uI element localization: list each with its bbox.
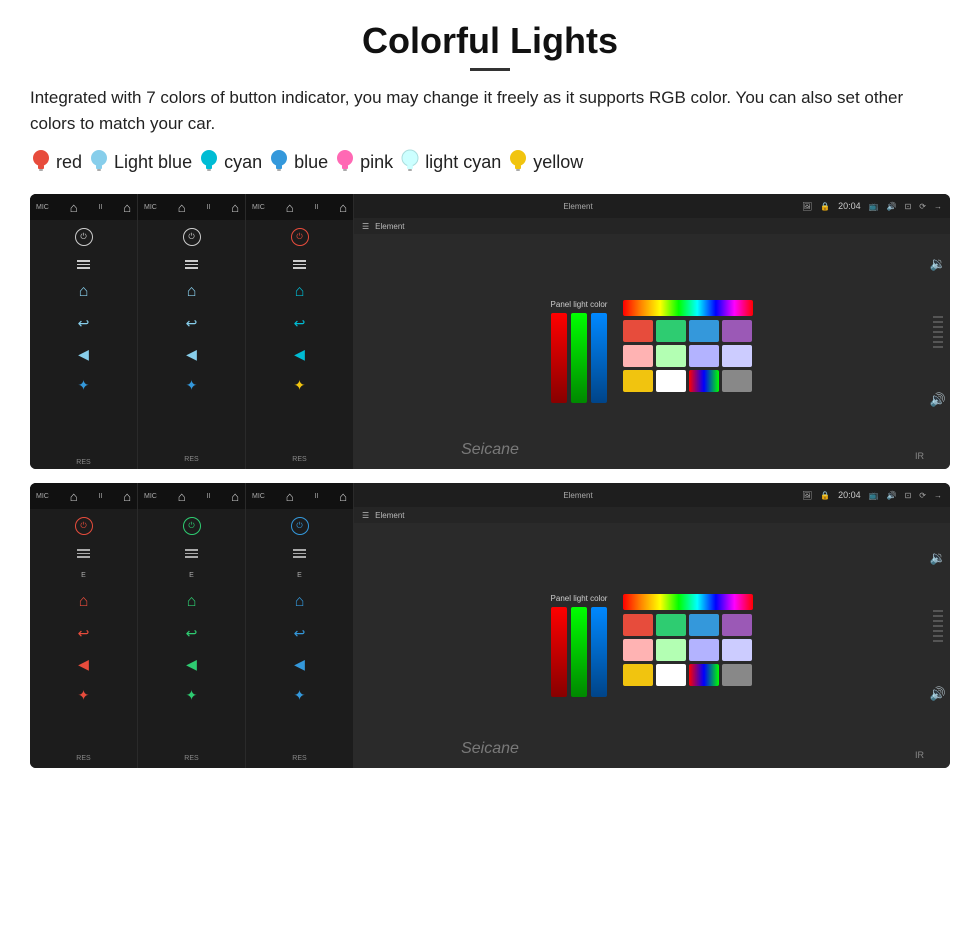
mic2-label-1: II <box>98 204 102 211</box>
back-btn-1: ↩ <box>78 315 90 332</box>
pink-label: pink <box>360 152 393 173</box>
bottom-unit-section: MIC ⌂ II ⌂ ⏻ E ⌂ ↩ ◀ ✦ <box>30 483 950 768</box>
top-panel-1: MIC ⌂ II ⌂ ⏻ ⌂ ↩ ◀ ✦ RES <box>30 194 138 469</box>
color-indicator-row: red Light blue cyan <box>30 148 950 176</box>
top-panel-3: MIC ⌂ II ⌂ ⏻ ⌂ ↩ ◀ ✦ RES <box>246 194 354 469</box>
hamburger-icon-1 <box>77 260 90 269</box>
volume-slider-top: 🔉 🔊 <box>926 252 950 412</box>
blue-bulb-icon <box>268 148 290 176</box>
color-lightblue: Light blue <box>88 148 192 176</box>
screen-element-title: Element <box>362 202 794 211</box>
screen-time: 20:04 <box>838 201 861 211</box>
ir-label-bottom: IR <box>915 750 924 760</box>
yellow-label: yellow <box>533 152 583 173</box>
color-red: red <box>30 148 82 176</box>
main-screen-bottom: Element 🖼 🔒 20:04 📺 🔊 ⊡ ⟳ → ☰ Element Pa… <box>354 483 950 768</box>
home-icon-1: ⌂ <box>70 200 78 215</box>
screen-element-title-b: Element <box>362 491 794 500</box>
color-lightcyan: light cyan <box>399 148 501 176</box>
red-label: red <box>56 152 82 173</box>
yellow-bulb-icon <box>507 148 529 176</box>
bottom-panel-green: MIC ⌂ II ⌂ ⏻ E ⌂ ↩ ◀ ✦ <box>138 483 246 768</box>
color-cyan: cyan <box>198 148 262 176</box>
bottom-panel-red: MIC ⌂ II ⌂ ⏻ E ⌂ ↩ ◀ ✦ <box>30 483 138 768</box>
power-icon-1: ⏻ <box>75 228 93 246</box>
screen-time-b: 20:04 <box>838 490 861 500</box>
panel-light-label: Panel light color <box>551 300 608 309</box>
description-text: Integrated with 7 colors of button indic… <box>30 85 950 136</box>
pink-bulb-icon <box>334 148 356 176</box>
volume-slider-bottom: 🔉 🔊 <box>926 546 950 706</box>
top-panel-2: MIC ⌂ II ⌂ ⏻ ⌂ ↩ ◀ ✦ RES <box>138 194 246 469</box>
prev-btn-1: ◀ <box>78 346 89 363</box>
vol-up-icon: 🔊 <box>930 392 946 408</box>
mic-label-1: MIC <box>36 204 49 211</box>
home-btn-1: ⌂ <box>79 283 89 301</box>
panel-light-display: Panel light color <box>551 300 754 403</box>
lightblue-label: Light blue <box>114 152 192 173</box>
screen-subtitle: Element <box>375 222 404 231</box>
vol-down-icon: 🔉 <box>930 256 946 272</box>
lightcyan-label: light cyan <box>425 152 501 173</box>
color-pink: pink <box>334 148 393 176</box>
lightblue-bulb-icon <box>88 148 110 176</box>
bt-icon-1: ✦ <box>78 377 90 394</box>
red-bulb-icon <box>30 148 52 176</box>
page-container: Colorful Lights Integrated with 7 colors… <box>0 0 980 802</box>
menu-icon-1: ⌂ <box>123 200 131 215</box>
cyan-label: cyan <box>224 152 262 173</box>
cyan-bulb-icon <box>198 148 220 176</box>
title-divider <box>470 68 510 71</box>
ir-label-top: IR <box>915 451 924 461</box>
color-yellow: yellow <box>507 148 583 176</box>
main-screen-top: Element 🖼 🔒 20:04 📺 🔊 ⊡ ⟳ → ☰ Element Pa… <box>354 194 950 469</box>
color-blue: blue <box>268 148 328 176</box>
blue-label: blue <box>294 152 328 173</box>
lightcyan-bulb-icon <box>399 148 421 176</box>
hamburger-screen: ☰ <box>362 222 369 231</box>
res-label-1: RES <box>76 459 90 466</box>
bottom-panel-blue: MIC ⌂ II ⌂ ⏻ E ⌂ ↩ ◀ ✦ <box>246 483 354 768</box>
top-unit-section: MIC ⌂ II ⌂ ⏻ ⌂ ↩ ◀ ✦ RES <box>30 194 950 469</box>
page-title: Colorful Lights <box>30 20 950 62</box>
